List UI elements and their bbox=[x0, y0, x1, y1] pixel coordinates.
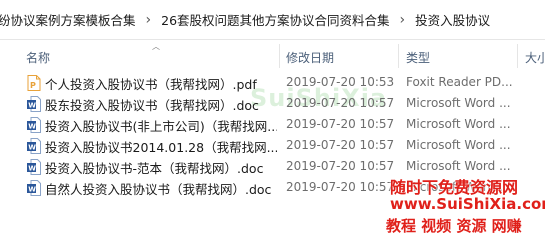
file-modified: 2019-07-20 10:57 bbox=[286, 117, 395, 131]
breadcrumb-item-current[interactable]: 投资入股协议 bbox=[411, 10, 494, 29]
word-file-icon: W bbox=[27, 159, 41, 175]
breadcrumb: 纷协议案例方案模板合集 › 26套股权问题其他方案协议合同资料合集 › 投资入股… bbox=[0, 0, 545, 40]
word-file-icon: W bbox=[27, 117, 41, 133]
pdf-file-icon: P bbox=[27, 75, 41, 91]
file-name: 投资入股协议书2014.01.28（我帮找网... bbox=[45, 140, 277, 155]
file-name: 自然人投资入股协议书（我帮找网）.doc bbox=[45, 182, 272, 197]
file-name: 股东投资入股协议书（我帮找网）.doc bbox=[45, 98, 259, 113]
file-type: Microsoft Word ... bbox=[406, 117, 511, 131]
svg-text:W: W bbox=[28, 144, 36, 152]
file-row[interactable]: W 投资入股协议书2014.01.28（我帮找网... 2019-07-20 1… bbox=[0, 135, 545, 156]
file-row[interactable]: W 投资入股协议书(非上市公司)（我帮找网... 2019-07-20 10:5… bbox=[0, 114, 545, 135]
file-type: Microsoft Word ... bbox=[406, 138, 511, 152]
file-modified: 2019-07-20 10:57 bbox=[286, 138, 395, 152]
word-file-icon: W bbox=[27, 138, 41, 154]
column-header-name[interactable]: 名称 bbox=[26, 49, 50, 66]
column-divider[interactable] bbox=[398, 44, 399, 68]
file-modified: 2019-07-20 10:57 bbox=[286, 96, 395, 110]
column-header-size[interactable]: 大小 bbox=[525, 49, 545, 66]
svg-text:P: P bbox=[30, 81, 36, 90]
file-row[interactable]: P 个人投资入股协议书（我帮找网）.pdf 2019-07-20 10:53 F… bbox=[0, 72, 545, 93]
file-type: Microsoft Word ... bbox=[406, 159, 511, 173]
breadcrumb-separator-icon[interactable]: › bbox=[140, 12, 158, 28]
file-modified: 2019-07-20 10:57 bbox=[286, 180, 395, 194]
svg-text:W: W bbox=[28, 186, 36, 194]
column-header-type[interactable]: 类型 bbox=[406, 49, 430, 66]
file-name: 个人投资入股协议书（我帮找网）.pdf bbox=[45, 77, 257, 92]
file-type: Foxit Reader PD... bbox=[406, 75, 513, 89]
svg-text:W: W bbox=[28, 102, 36, 110]
word-file-icon: W bbox=[27, 180, 41, 196]
file-modified: 2019-07-20 10:57 bbox=[286, 159, 395, 173]
watermark-url: www.SuiShiXia.com bbox=[390, 195, 545, 213]
breadcrumb-item[interactable]: 纷协议案例方案模板合集 bbox=[0, 10, 140, 29]
watermark-tagline: 教程 视频 资源 网赚 bbox=[386, 217, 522, 235]
column-divider[interactable] bbox=[279, 44, 280, 68]
column-divider[interactable] bbox=[517, 44, 518, 68]
breadcrumb-separator-icon[interactable]: › bbox=[394, 12, 412, 28]
svg-text:W: W bbox=[28, 165, 36, 173]
file-row[interactable]: W 股东投资入股协议书（我帮找网）.doc 2019-07-20 10:57 M… bbox=[0, 93, 545, 114]
column-header-modified[interactable]: 修改日期 bbox=[286, 49, 334, 66]
file-name: 投资入股协议书(非上市公司)（我帮找网... bbox=[45, 119, 277, 134]
file-modified: 2019-07-20 10:53 bbox=[286, 75, 395, 89]
file-name: 投资入股协议书-范本（我帮找网）.doc bbox=[45, 161, 264, 176]
breadcrumb-item[interactable]: 26套股权问题其他方案协议合同资料合集 bbox=[157, 10, 393, 29]
file-type: Microsoft Word ... bbox=[406, 96, 511, 110]
svg-text:W: W bbox=[28, 123, 36, 131]
column-header: 名称 修改日期 类型 大小 bbox=[0, 40, 545, 70]
word-file-icon: W bbox=[27, 96, 41, 112]
